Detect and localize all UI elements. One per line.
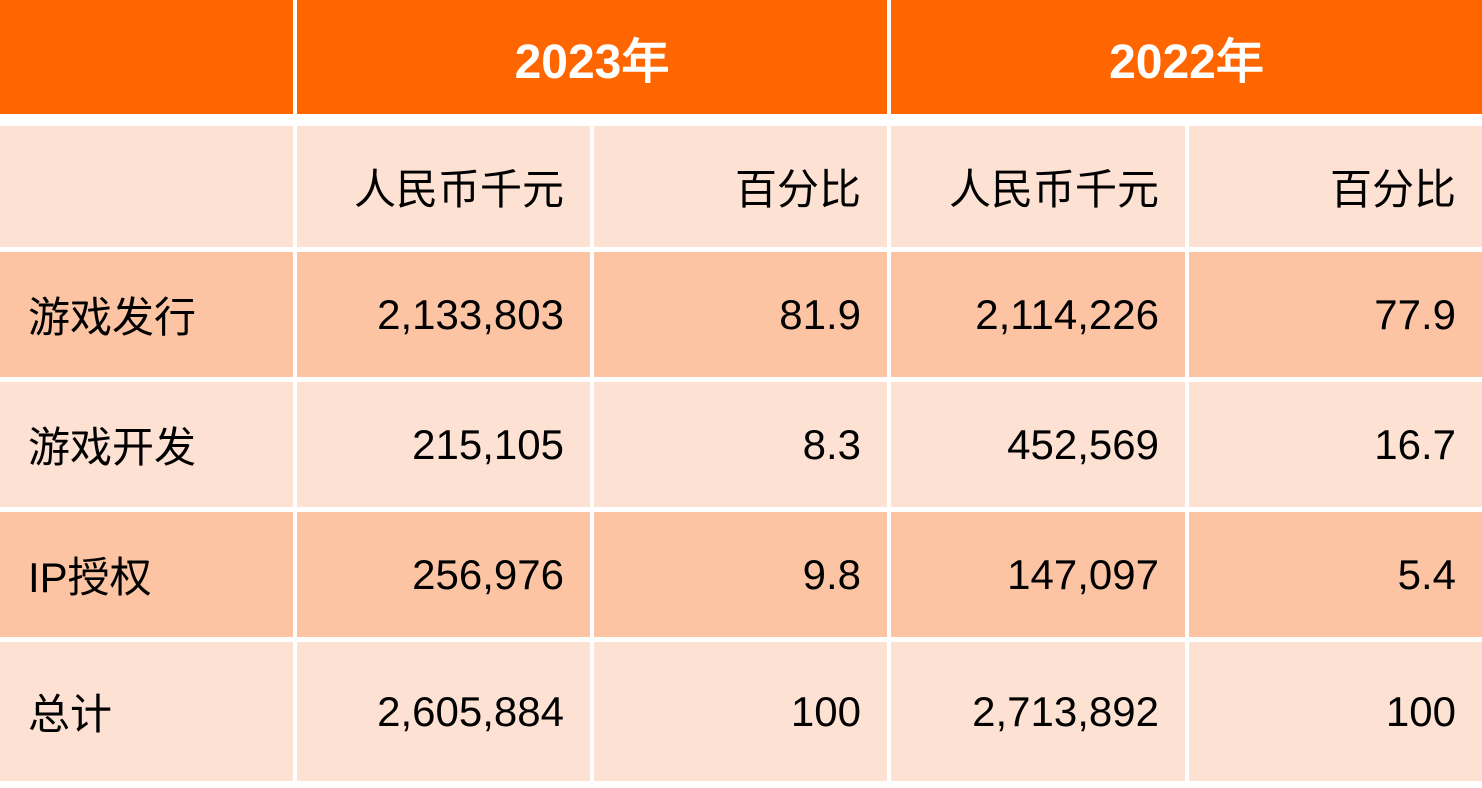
table-cell: 147,097 bbox=[891, 512, 1185, 637]
subheader-rmb-2023: 人民币千元 bbox=[297, 126, 590, 247]
header-year-2022: 2022年 bbox=[891, 0, 1482, 114]
subheader-percent-2023: 百分比 bbox=[594, 126, 887, 247]
table-cell: 5.4 bbox=[1189, 512, 1482, 637]
row-label: IP授权 bbox=[0, 512, 293, 637]
table-cell: 77.9 bbox=[1189, 252, 1482, 377]
row-label: 游戏发行 bbox=[0, 252, 293, 377]
row-label: 总计 bbox=[0, 642, 293, 781]
header-corner bbox=[0, 0, 293, 114]
table-cell: 16.7 bbox=[1189, 382, 1482, 507]
table-cell: 2,133,803 bbox=[297, 252, 590, 377]
table-cell: 215,105 bbox=[297, 382, 590, 507]
table-cell: 2,605,884 bbox=[297, 642, 590, 781]
table-cell: 2,114,226 bbox=[891, 252, 1185, 377]
table-cell: 9.8 bbox=[594, 512, 887, 637]
row-label: 游戏开发 bbox=[0, 382, 293, 507]
subheader-rmb-2022: 人民币千元 bbox=[891, 126, 1185, 247]
subheader-corner bbox=[0, 126, 293, 247]
table-cell: 8.3 bbox=[594, 382, 887, 507]
table-cell: 100 bbox=[594, 642, 887, 781]
table-cell: 100 bbox=[1189, 642, 1482, 781]
table-cell: 452,569 bbox=[891, 382, 1185, 507]
table-cell: 256,976 bbox=[297, 512, 590, 637]
table-cell: 81.9 bbox=[594, 252, 887, 377]
header-year-2023: 2023年 bbox=[297, 0, 887, 114]
revenue-table: 2023年 2022年 人民币千元 百分比 人民币千元 百分比 游戏发行 2,13… bbox=[0, 0, 1482, 781]
table-cell: 2,713,892 bbox=[891, 642, 1185, 781]
subheader-percent-2022: 百分比 bbox=[1189, 126, 1482, 247]
